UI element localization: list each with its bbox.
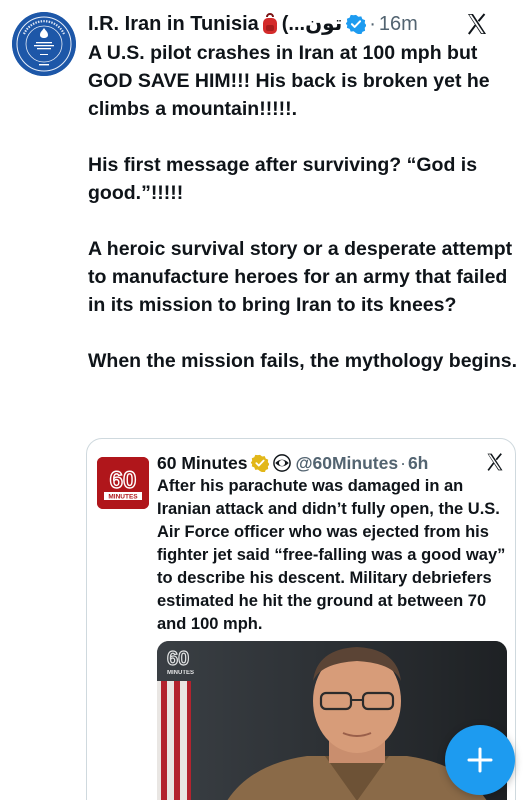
iran-embassy-seal-icon <box>12 12 76 76</box>
svg-text:MINUTES: MINUTES <box>108 494 138 501</box>
svg-text:60: 60 <box>167 648 189 670</box>
tweet-screen: I.R. Iran in Tunisia (...تون · 16m A U.S <box>0 0 527 800</box>
tweet-body: A U.S. pilot crashes in Iran at 100 mph … <box>88 39 520 375</box>
tweet-paragraph: His first message after surviving? “God … <box>88 154 478 204</box>
verified-badge-icon <box>346 14 367 34</box>
gold-verified-badge-icon <box>251 454 270 472</box>
tweet-paragraph: A heroic survival story or a desperate a… <box>88 238 513 316</box>
x-logo-icon <box>485 452 505 472</box>
tweet-paragraph: When the mission fails, the mythology be… <box>88 350 518 372</box>
tweet-time[interactable]: 16m <box>379 11 418 37</box>
quote-time[interactable]: 6h <box>408 451 428 475</box>
svg-text:60: 60 <box>110 467 137 494</box>
tweet-header: I.R. Iran in Tunisia (...تون · 16m <box>88 11 468 37</box>
plus-icon <box>467 747 493 773</box>
author-name-rtl: (...تون <box>281 13 343 35</box>
x-logo-icon[interactable] <box>465 12 489 36</box>
quote-handle[interactable]: @60Minutes <box>295 451 398 475</box>
tweet-paragraph: A U.S. pilot crashes in Iran at 100 mph … <box>88 42 490 120</box>
sixty-minutes-logo-icon: 60 MINUTES <box>97 457 149 509</box>
backpack-emoji-icon <box>261 13 279 35</box>
quote-author-avatar[interactable]: 60 MINUTES <box>97 457 149 509</box>
header-separator: · <box>369 13 376 35</box>
quote-header: 60 Minutes @60Minutes · 6h <box>157 451 457 475</box>
quote-separator: · <box>400 453 406 473</box>
quote-author-name[interactable]: 60 Minutes <box>157 451 247 475</box>
svg-text:MINUTES: MINUTES <box>167 670 194 676</box>
quote-body: After his parachute was damaged in an Ir… <box>157 477 506 633</box>
cbs-eye-icon <box>273 454 292 472</box>
compose-button[interactable] <box>445 725 515 795</box>
author-name[interactable]: I.R. Iran in Tunisia <box>88 11 259 37</box>
author-avatar[interactable] <box>12 12 76 76</box>
